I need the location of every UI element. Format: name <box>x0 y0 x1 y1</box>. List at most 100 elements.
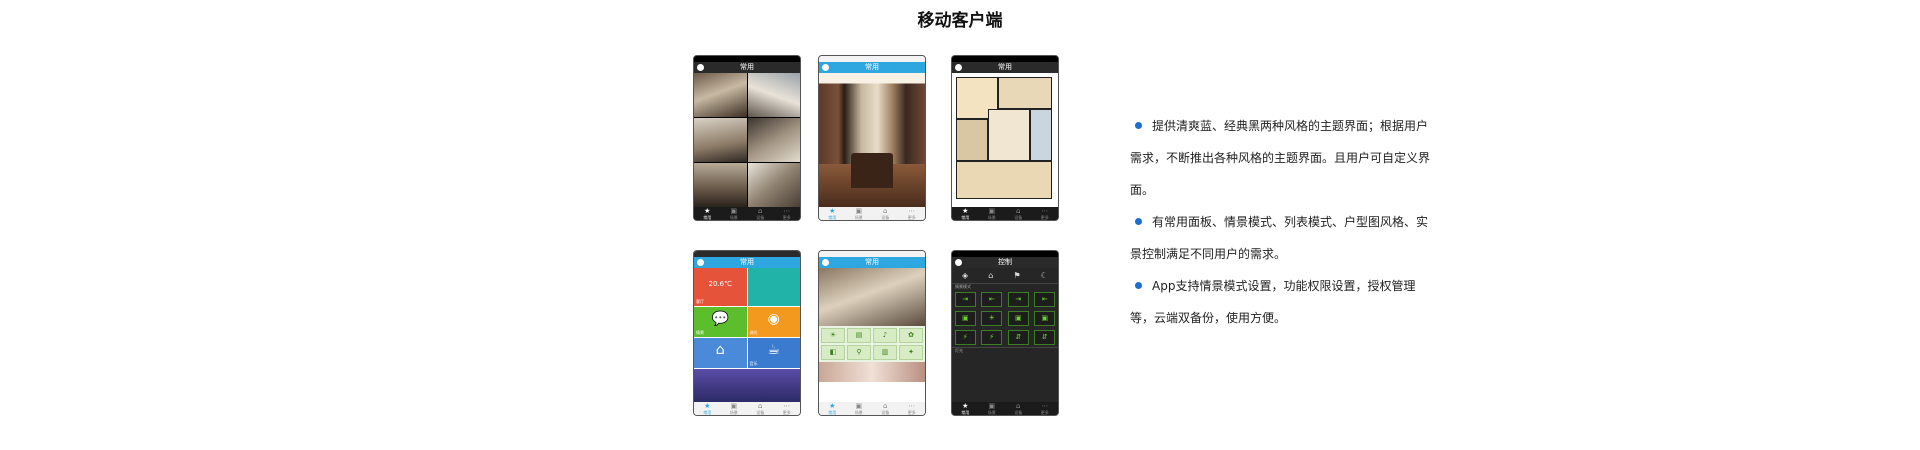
device-button[interactable]: ▥ <box>873 345 897 360</box>
control-button[interactable]: ▣ <box>1007 311 1029 326</box>
control-button[interactable]: ⇵ <box>1034 330 1056 345</box>
room-photo[interactable] <box>819 268 925 326</box>
device-icon: ⌂ <box>883 401 888 410</box>
control-button[interactable]: ⇵ <box>1007 330 1029 345</box>
more-icon: ⋯ <box>783 206 791 215</box>
music-tile[interactable]: ☕ 音乐 <box>747 338 800 368</box>
room-tile[interactable] <box>694 163 747 207</box>
scene-icon: ▣ <box>855 401 863 410</box>
star-icon: ★ <box>704 401 711 410</box>
control-button[interactable]: ⇥ <box>1007 292 1029 307</box>
control-button[interactable]: ⚡ <box>954 330 976 345</box>
device-button[interactable]: ✦ <box>899 345 923 360</box>
bullet-dot-icon <box>1135 218 1142 225</box>
avatar-icon[interactable] <box>822 64 829 71</box>
more-icon: ⋯ <box>908 401 916 410</box>
tab-more[interactable]: ⋯ 更多 <box>777 206 797 220</box>
scene-tile[interactable]: 💬 情景 <box>694 307 747 337</box>
tab-devices[interactable]: ⌂ 设备 <box>1008 207 1028 220</box>
tab-favorites[interactable]: ★ 常用 <box>955 401 975 415</box>
tab-more[interactable]: ⋯ 更多 <box>777 401 797 415</box>
tab-devices[interactable]: ⌂ 设备 <box>875 401 895 415</box>
tab-devices[interactable]: ⌂ 设备 <box>875 207 895 220</box>
room-tile[interactable] <box>694 118 747 162</box>
tab-scenes[interactable]: ▣ 场景 <box>724 206 744 220</box>
device-button[interactable]: ◧ <box>821 345 845 360</box>
floor-plan[interactable] <box>952 73 1058 207</box>
tab-scenes[interactable]: ▣ 场景 <box>982 207 1002 220</box>
more-icon: ⋯ <box>783 401 791 410</box>
control-button[interactable]: ⇤ <box>981 292 1003 307</box>
cup-icon: ☕ <box>767 342 781 358</box>
mode-row: ◈ ⌂ ⚑ ☾ <box>952 268 1058 283</box>
device-button[interactable]: ☀ <box>821 328 845 343</box>
control-button[interactable]: ▣ <box>954 311 976 326</box>
avatar-icon[interactable] <box>697 259 704 266</box>
control-button[interactable]: ▣ <box>1034 311 1056 326</box>
sleep-mode-icon[interactable]: ☾ <box>1041 271 1048 280</box>
star-icon: ★ <box>962 401 969 410</box>
temperature-tile[interactable]: 20.6℃ 客厅 <box>694 268 747 306</box>
more-icon: ⋯ <box>1041 206 1049 215</box>
scene-icon: ▣ <box>855 206 863 215</box>
tab-more[interactable]: ⋯ 更多 <box>902 401 922 415</box>
avatar-icon[interactable] <box>955 259 962 266</box>
tab-favorites[interactable]: ★ 常用 <box>697 207 717 220</box>
app-header: 常用 <box>952 62 1058 73</box>
tab-devices[interactable]: ⌂ 设备 <box>750 207 770 220</box>
tab-bar: ★ 常用 ▣ 场景 ⌂ 设备 ⋯ 更多 <box>694 402 800 415</box>
page-title: 移动客户端 <box>917 11 1003 31</box>
scene-mode-icon[interactable]: ◈ <box>962 271 968 280</box>
phone-screenshot-room: 常用 ★ 常用 ▣ 场景 ⌂ 设备 ⋯ 更多 <box>819 56 925 220</box>
control-button[interactable]: ☀ <box>981 311 1003 326</box>
avatar-icon[interactable] <box>955 64 962 71</box>
tab-favorites[interactable]: ★ 常用 <box>955 207 975 220</box>
tab-scenes[interactable]: ▣ 场景 <box>982 402 1002 415</box>
room-tile[interactable] <box>747 73 800 117</box>
scene-icon: ▣ <box>730 401 738 410</box>
tab-more[interactable]: ⋯ 更多 <box>902 206 922 220</box>
room-photo[interactable] <box>819 73 925 207</box>
control-button[interactable]: ⇥ <box>954 292 976 307</box>
tab-more[interactable]: ⋯ 更多 <box>1035 402 1055 415</box>
tab-more[interactable]: ⋯ 更多 <box>1035 206 1055 220</box>
device-button[interactable]: ♪ <box>873 328 897 343</box>
home-tile[interactable]: ⌂ <box>694 338 747 368</box>
bullet-dot-icon <box>1135 122 1142 129</box>
room-tile[interactable] <box>694 73 747 117</box>
avatar-icon[interactable] <box>697 64 704 71</box>
device-icon: ⌂ <box>1016 401 1021 410</box>
tab-scenes[interactable]: ▣ 场景 <box>849 206 869 220</box>
room-tile[interactable] <box>747 118 800 162</box>
chat-icon: 💬 <box>711 311 729 327</box>
away-mode-icon[interactable]: ⚑ <box>1013 271 1020 280</box>
scene-icon: ▣ <box>730 206 738 215</box>
live-control-panel: ☀ ▤ ♪ ✿ ◧ ⚲ ▥ ✦ <box>819 268 925 402</box>
phone-screenshot-tiles: 常用 20.6℃ 客厅 💬 情景 ◉ 调光 ⌂ ☕ 音乐 ★ 常用 ▣ 场景 ⌂ 设备 ⋯ 更多 <box>694 251 800 415</box>
tab-favorites[interactable]: ★ 常用 <box>822 206 842 220</box>
dimmer-tile[interactable]: ◉ 调光 <box>747 307 800 337</box>
control-button[interactable]: ⇤ <box>1034 292 1056 307</box>
bullet-dot-icon <box>1135 282 1142 289</box>
avatar-icon[interactable] <box>822 259 829 266</box>
device-button[interactable]: ▤ <box>847 328 871 343</box>
tab-bar: ★ 常用 ▣ 场景 ⌂ 设备 ⋯ 更多 <box>694 207 800 220</box>
tab-devices[interactable]: ⌂ 设备 <box>1008 401 1028 415</box>
device-button[interactable]: ⚲ <box>847 345 871 360</box>
tab-favorites[interactable]: ★ 常用 <box>822 402 842 415</box>
star-icon: ★ <box>829 206 836 215</box>
tab-scenes[interactable]: ▣ 场景 <box>849 401 869 415</box>
tab-devices[interactable]: ⌂ 设备 <box>750 402 770 415</box>
feature-item: App支持情景模式设置，功能权限设置，授权管理等，云端双备份，使用方便。 <box>1130 279 1416 325</box>
room-tile[interactable] <box>747 163 800 207</box>
phone-screenshot-gallery: 常用 ★ 常用 ▣ 场景 ⌂ 设备 ⋯ 更多 <box>694 56 800 220</box>
tile-panel: 20.6℃ 客厅 💬 情景 ◉ 调光 ⌂ ☕ 音乐 <box>694 268 800 402</box>
home-mode-icon[interactable]: ⌂ <box>988 271 993 280</box>
more-icon: ⋯ <box>908 206 916 215</box>
device-button[interactable]: ✿ <box>899 328 923 343</box>
tab-scenes[interactable]: ▣ 场景 <box>724 401 744 415</box>
home-icon: ⌂ <box>715 342 725 358</box>
control-button[interactable]: ⚡ <box>981 330 1003 345</box>
tab-favorites[interactable]: ★ 常用 <box>697 401 717 415</box>
status-tile[interactable] <box>747 268 800 306</box>
